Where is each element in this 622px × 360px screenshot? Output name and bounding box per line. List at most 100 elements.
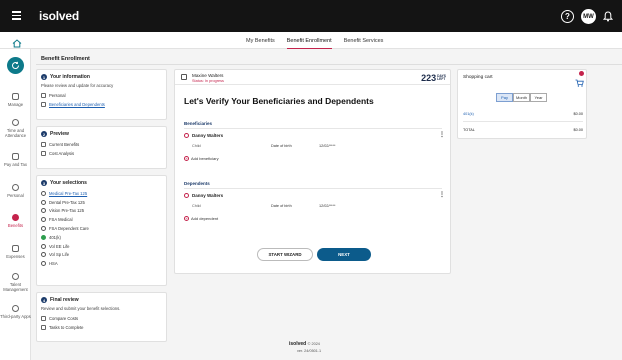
footer-copyright: © 2024 [307, 342, 320, 346]
money-icon [12, 153, 19, 160]
avatar[interactable]: MW [581, 9, 596, 24]
heart-icon [12, 214, 19, 221]
cart-icon[interactable] [575, 74, 584, 92]
cart-line-item[interactable]: 401(k) $0.00 [463, 112, 583, 116]
nav-compare-costs[interactable]: Compare Costs [41, 314, 162, 323]
tab-benefit-services[interactable]: Benefit Services [344, 32, 384, 49]
task-icon [41, 324, 46, 330]
nav-personal[interactable]: Personal [41, 91, 162, 100]
radio-button[interactable] [41, 199, 46, 205]
app-logo[interactable]: isolved [39, 9, 79, 23]
selection-item[interactable]: Vision Pre-Tax 125 [41, 207, 162, 216]
selection-label: Vision Pre-Tax 125 [49, 208, 85, 214]
selection-item[interactable]: 401(k) [41, 233, 162, 242]
segment-year[interactable]: Year [530, 93, 547, 102]
footer-version: ver. 24/0501.1 [297, 349, 322, 353]
nav-current-benefits[interactable]: Current Benefits [41, 140, 162, 149]
nav-label: Cost Analysis [49, 150, 75, 156]
rail-item-third-party-apps[interactable]: Third-party Apps [0, 305, 31, 319]
radio-button[interactable] [41, 243, 46, 249]
selection-item[interactable]: Dental Pre-Tax 125 [41, 198, 162, 207]
selection-item[interactable]: Vol EE Life [41, 242, 162, 251]
page-title: Benefit Enrollment [41, 56, 90, 62]
step-number: 2 [41, 131, 47, 137]
selection-item[interactable]: HSA [41, 259, 162, 268]
more-options-icon[interactable]: ⋮ [439, 131, 445, 138]
rail-item-personal[interactable]: Personal [0, 184, 31, 198]
add-dependent-link[interactable]: + Add dependent [184, 216, 218, 221]
clock-icon [12, 119, 19, 126]
status-badge: Status: In progress [192, 78, 224, 83]
cart-total: TOTAL $0.00 [463, 128, 583, 132]
panel-final-review: 4 Final review Review and submit your ben… [36, 292, 167, 342]
refresh-icon [12, 61, 19, 69]
rail-item-benefits[interactable]: Benefits [0, 214, 31, 228]
next-button[interactable]: NEXT [317, 248, 371, 261]
radio-button[interactable] [41, 208, 46, 214]
bell-icon[interactable] [603, 11, 613, 22]
rail-item-talent-management[interactable]: Talent Management [0, 273, 31, 292]
rail-label: Time and Attendance [4, 128, 27, 138]
panel-your-selections: 3 Your selections Medical Pre-Tax 125 Den… [36, 175, 167, 286]
quick-action-button[interactable] [7, 57, 24, 74]
selection-item[interactable]: Vol Sp Life [41, 251, 162, 260]
selection-item[interactable]: Medical Pre-Tax 125 [41, 189, 162, 198]
radio-button[interactable] [41, 252, 46, 258]
add-beneficiary-link[interactable]: + Add beneficiary [184, 156, 219, 161]
period-toggle: Pay Month Year [496, 93, 547, 102]
radio-button[interactable] [41, 261, 46, 267]
segment-month[interactable]: Month [513, 93, 530, 102]
selection-label: HSA [49, 261, 58, 267]
rail-item-time-and-attendance[interactable]: Time and Attendance [0, 119, 31, 138]
radio-button[interactable] [41, 217, 46, 223]
cart-item-label: 401(k) [463, 112, 474, 116]
top-icons: ? MW [561, 9, 613, 24]
main-tabs: My Benefits Benefit Enrollment Benefit S… [246, 32, 383, 49]
dollar-icon [41, 315, 46, 321]
nav-label: Tasks to Complete [49, 324, 84, 330]
days-left-label: DAYS LEFT [437, 74, 446, 82]
rail-label: Benefits [7, 223, 24, 228]
hamburger-menu-icon[interactable] [12, 11, 21, 20]
rail-label: Talent Management [3, 282, 28, 292]
panel-title: Final review [50, 297, 79, 303]
more-options-icon[interactable]: ⋮ [439, 191, 445, 198]
plus-icon: + [184, 216, 189, 221]
radio-button[interactable] [41, 190, 46, 196]
segment-pay[interactable]: Pay [496, 93, 513, 102]
panel-your-information: 1 Your information Please review and upda… [36, 69, 167, 120]
beneficiary-relation: Child [192, 144, 201, 148]
radio-button[interactable] [41, 226, 46, 232]
rail-item-expenses[interactable]: Expenses [0, 245, 31, 259]
check-icon [41, 92, 46, 98]
card-heading: Let's Verify Your Beneficiaries and Depe… [184, 96, 374, 106]
nav-label: Personal [49, 92, 66, 98]
nav-cost-analysis[interactable]: Cost Analysis [41, 149, 162, 158]
selection-label: Vol EE Life [49, 243, 70, 249]
rail-item-pay-and-tax[interactable]: Pay and Tax [0, 153, 31, 167]
top-bar: isolved ? MW [0, 0, 622, 32]
step-number: 4 [41, 297, 47, 303]
selection-item[interactable]: FSA Medical [41, 215, 162, 224]
person-icon [184, 133, 189, 138]
nav-tasks-to-complete[interactable]: Tasks to Complete [41, 323, 162, 332]
nav-beneficiaries-and-dependents[interactable]: Beneficiaries and Dependents [41, 100, 162, 109]
divider [184, 128, 442, 129]
rail-label: Personal [7, 193, 24, 198]
start-wizard-button[interactable]: START WIZARD [257, 248, 313, 261]
rail-item-manage[interactable]: Manage [0, 93, 31, 107]
total-label: TOTAL [463, 128, 475, 132]
receipt-icon [12, 245, 19, 252]
dependent-relation: Child [192, 204, 201, 208]
check-circle-icon[interactable] [41, 234, 46, 240]
panel-header: 2 Preview [41, 131, 162, 137]
tab-benefit-enrollment[interactable]: Benefit Enrollment [286, 32, 332, 49]
tab-my-benefits[interactable]: My Benefits [246, 32, 275, 49]
dob-label: Date of birth [271, 204, 292, 208]
days-left-number: 223 [421, 73, 437, 83]
person-icon [184, 193, 189, 198]
step-number: 1 [41, 74, 47, 80]
help-icon[interactable]: ? [561, 10, 574, 23]
rail-label: Expenses [6, 254, 25, 259]
selection-item[interactable]: FSA Dependent Care [41, 224, 162, 233]
